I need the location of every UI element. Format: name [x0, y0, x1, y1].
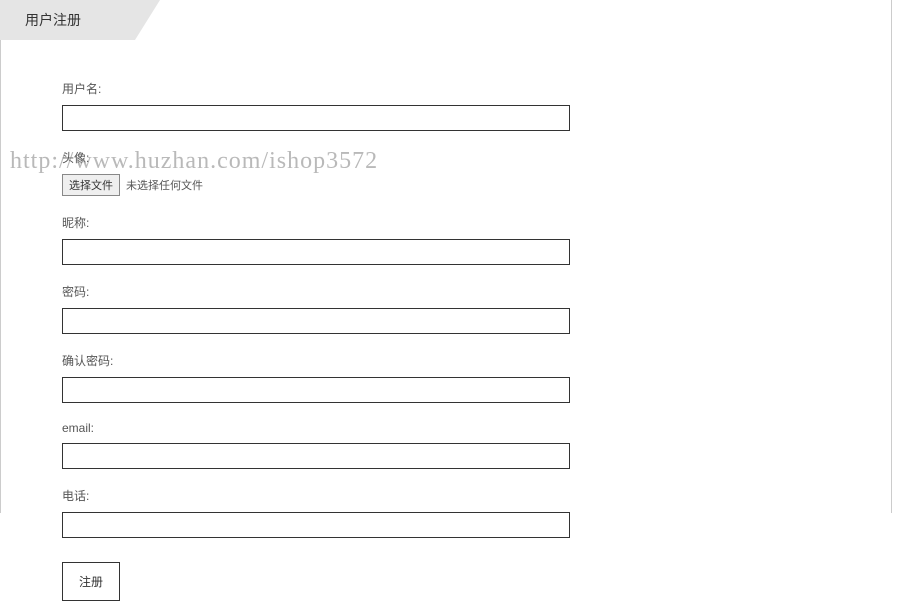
phone-input[interactable]: [62, 512, 570, 538]
page-border: [0, 0, 892, 513]
register-button[interactable]: 注册: [62, 562, 120, 601]
page-title-tab: 用户注册: [0, 0, 160, 40]
page-title: 用户注册: [25, 12, 81, 28]
